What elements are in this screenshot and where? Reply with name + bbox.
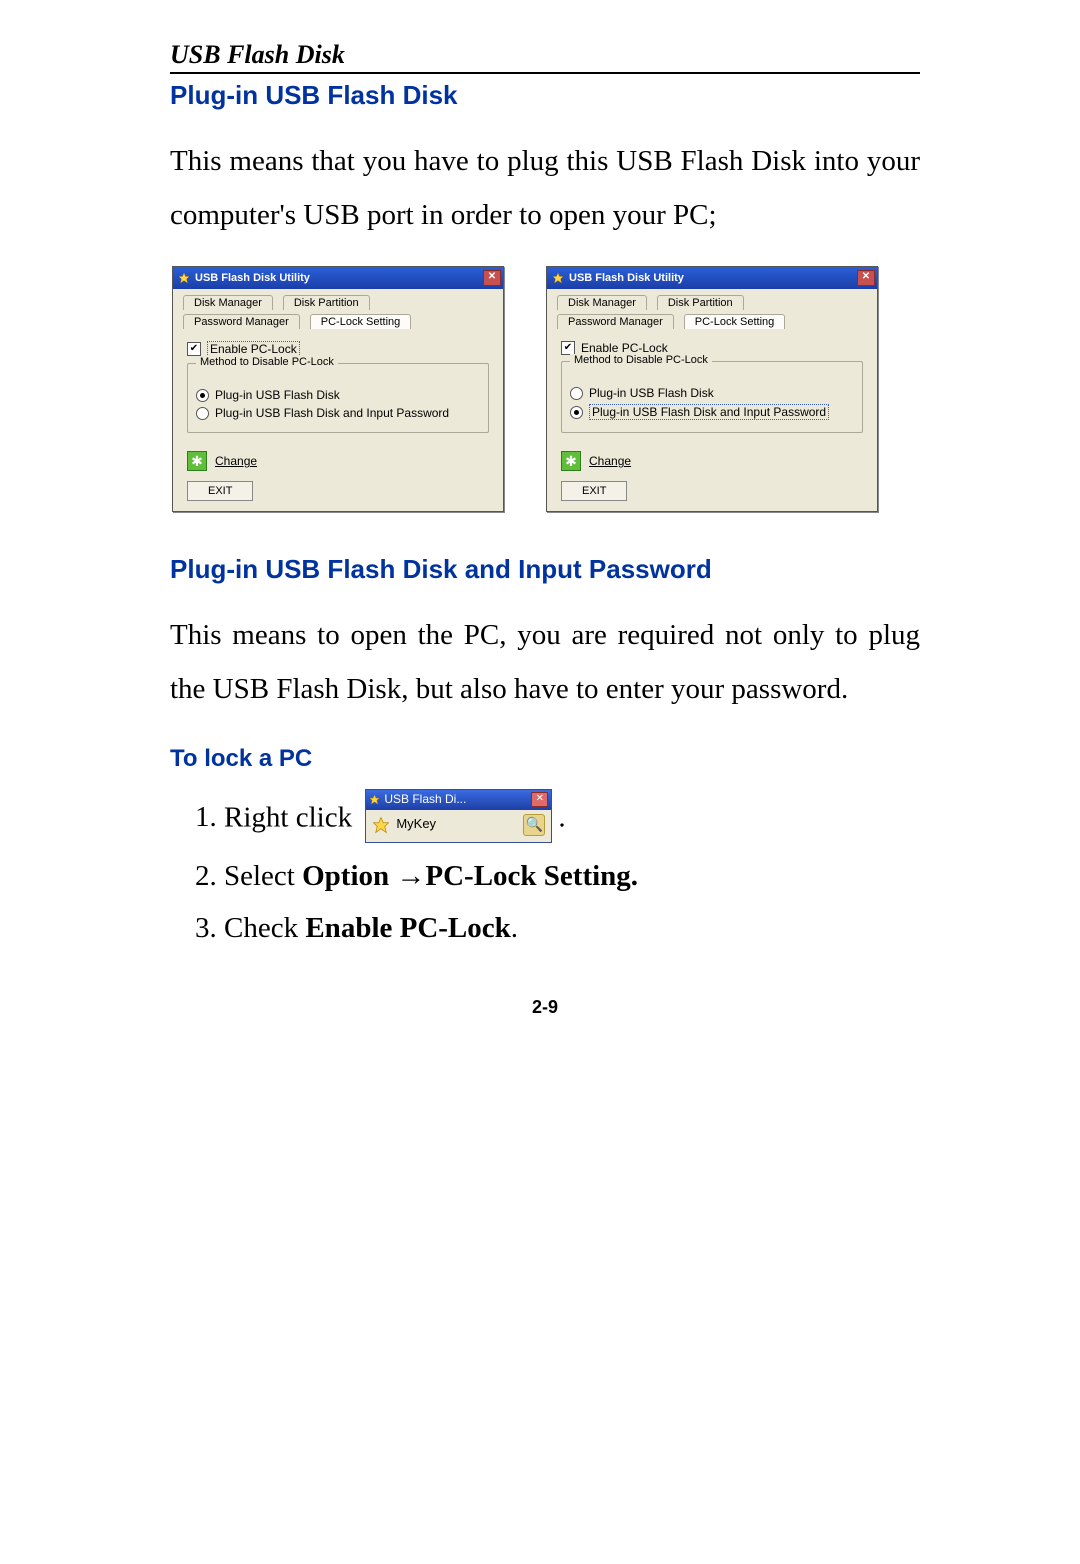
checkbox-icon[interactable]: ✔ xyxy=(187,342,201,356)
radio-plugin-disk[interactable]: Plug-in USB Flash Disk xyxy=(570,386,854,400)
tray-item-label[interactable]: MyKey xyxy=(396,814,436,835)
change-link[interactable]: Change xyxy=(215,454,257,468)
page-number: 2-9 xyxy=(170,997,920,1018)
exit-button[interactable]: EXIT xyxy=(187,481,253,501)
step3-b: Enable PC-Lock xyxy=(305,912,510,944)
step-1: Right click USB Flash Di... ✕ MyKey 🔍 . xyxy=(224,793,920,847)
tab-pclock-setting[interactable]: PC-Lock Setting xyxy=(310,314,411,329)
step-2: Select Option →PC-Lock Setting. xyxy=(224,853,920,899)
snowflake-icon: ✱ xyxy=(187,451,207,471)
radio-label: Plug-in USB Flash Disk xyxy=(589,386,714,400)
radio-plugin-disk-password[interactable]: Plug-in USB Flash Disk and Input Passwor… xyxy=(196,406,480,420)
section-heading-lock-pc: To lock a PC xyxy=(170,745,920,773)
group-legend: Method to Disable PC-Lock xyxy=(570,354,712,366)
close-icon[interactable]: ✕ xyxy=(531,792,548,807)
section-heading-plugin-password: Plug-in USB Flash Disk and Input Passwor… xyxy=(170,554,920,585)
exit-button[interactable]: EXIT xyxy=(561,481,627,501)
tab-disk-manager[interactable]: Disk Manager xyxy=(557,295,647,310)
radio-icon[interactable] xyxy=(196,407,209,420)
magnifier-icon[interactable]: 🔍 xyxy=(523,814,545,836)
utility-window-b: USB Flash Disk Utility ✕ Disk Manager Di… xyxy=(546,266,878,512)
star-icon xyxy=(551,271,565,285)
radio-icon[interactable] xyxy=(196,389,209,402)
tabs-row: Disk Manager Disk Partition Password Man… xyxy=(173,289,503,333)
step1-pre: Right click xyxy=(224,801,352,833)
step3-c: . xyxy=(511,912,518,944)
star-icon xyxy=(369,794,381,806)
tray-popup-window: USB Flash Di... ✕ MyKey 🔍 xyxy=(365,789,552,843)
group-legend: Method to Disable PC-Lock xyxy=(196,356,338,368)
step-3: Check Enable PC-Lock. xyxy=(224,905,920,951)
document-title: USB Flash Disk xyxy=(170,40,920,74)
change-link[interactable]: Change xyxy=(589,454,631,468)
steps-list: Right click USB Flash Di... ✕ MyKey 🔍 . xyxy=(170,793,920,952)
step2-option: Option xyxy=(302,860,396,892)
tab-password-manager[interactable]: Password Manager xyxy=(557,314,674,329)
section1-body: This means that you have to plug this US… xyxy=(170,135,920,242)
section-heading-plugin: Plug-in USB Flash Disk xyxy=(170,80,920,111)
step2-target: PC-Lock Setting. xyxy=(425,860,638,892)
disable-method-group: Method to Disable PC-Lock Plug-in USB Fl… xyxy=(187,363,489,433)
titlebar: USB Flash Disk Utility ✕ xyxy=(173,267,503,289)
tray-titlebar: USB Flash Di... ✕ xyxy=(366,790,551,810)
checkbox-icon[interactable]: ✔ xyxy=(561,341,575,355)
close-icon[interactable]: ✕ xyxy=(483,270,501,286)
tab-disk-partition[interactable]: Disk Partition xyxy=(657,295,744,310)
titlebar: USB Flash Disk Utility ✕ xyxy=(547,267,877,289)
enable-pclock-row[interactable]: ✔ Enable PC-Lock xyxy=(561,341,863,355)
radio-label: Plug-in USB Flash Disk xyxy=(215,388,340,402)
change-row: ✱ Change xyxy=(187,451,489,471)
change-row: ✱ Change xyxy=(561,451,863,471)
tab-disk-manager[interactable]: Disk Manager xyxy=(183,295,273,310)
tray-title: USB Flash Di... xyxy=(384,790,531,809)
enable-pclock-label: Enable PC-Lock xyxy=(581,341,668,355)
mykey-star-icon xyxy=(372,816,390,834)
radio-plugin-disk[interactable]: Plug-in USB Flash Disk xyxy=(196,388,480,402)
tab-password-manager[interactable]: Password Manager xyxy=(183,314,300,329)
arrow-icon: → xyxy=(396,860,425,892)
section2-body: This means to open the PC, you are requi… xyxy=(170,609,920,716)
tab-disk-partition[interactable]: Disk Partition xyxy=(283,295,370,310)
step3-a: Check xyxy=(224,912,305,944)
tabs-row: Disk Manager Disk Partition Password Man… xyxy=(547,289,877,333)
tab-pclock-setting[interactable]: PC-Lock Setting xyxy=(684,314,785,329)
enable-pclock-row[interactable]: ✔ Enable PC-Lock xyxy=(187,341,489,357)
radio-plugin-disk-password[interactable]: Plug-in USB Flash Disk and Input Passwor… xyxy=(570,404,854,420)
step1-post: . xyxy=(558,801,565,833)
window-title: USB Flash Disk Utility xyxy=(195,272,483,284)
dialogs-row: USB Flash Disk Utility ✕ Disk Manager Di… xyxy=(170,266,920,512)
window-title: USB Flash Disk Utility xyxy=(569,272,857,284)
close-icon[interactable]: ✕ xyxy=(857,270,875,286)
radio-label: Plug-in USB Flash Disk and Input Passwor… xyxy=(589,404,829,420)
radio-label: Plug-in USB Flash Disk and Input Passwor… xyxy=(215,406,449,420)
radio-icon[interactable] xyxy=(570,387,583,400)
utility-window-a: USB Flash Disk Utility ✕ Disk Manager Di… xyxy=(172,266,504,512)
step2-a: Select xyxy=(224,860,302,892)
enable-pclock-label: Enable PC-Lock xyxy=(207,341,300,357)
radio-icon[interactable] xyxy=(570,406,583,419)
snowflake-icon: ✱ xyxy=(561,451,581,471)
disable-method-group: Method to Disable PC-Lock Plug-in USB Fl… xyxy=(561,361,863,433)
star-icon xyxy=(177,271,191,285)
